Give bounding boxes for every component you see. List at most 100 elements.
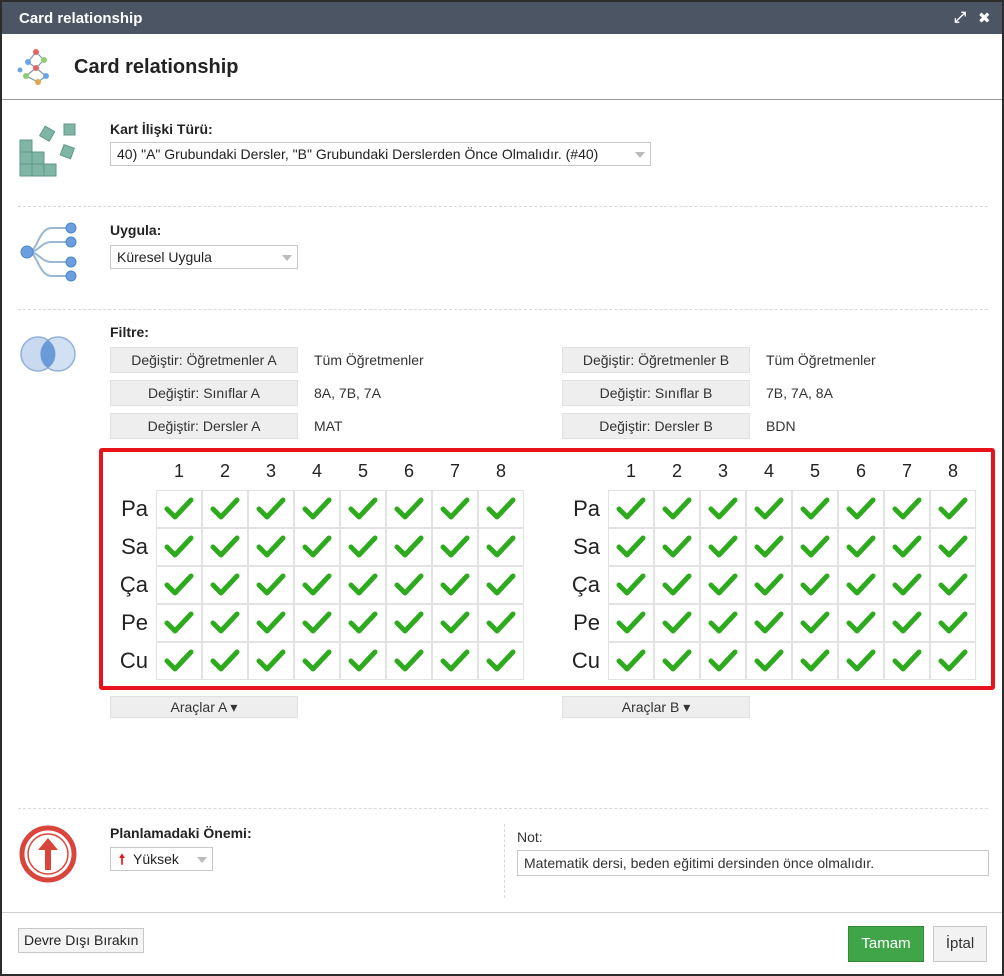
period-header-b[interactable]: 2 [654,461,700,482]
day-header-b[interactable]: Pa [560,496,600,522]
period-header-b[interactable]: 7 [884,461,930,482]
grid-cell-b[interactable] [654,490,700,528]
disable-button[interactable]: Devre Dışı Bırakın [18,928,145,953]
grid-cell-a[interactable] [248,604,294,642]
grid-cell-a[interactable] [432,642,478,680]
day-header-b[interactable]: Ça [560,572,600,598]
day-header-a[interactable]: Pe [108,610,148,636]
grid-cell-b[interactable] [930,604,976,642]
change-teachers-b-button[interactable]: Değiştir: Öğretmenler B [562,347,750,373]
grid-cell-a[interactable] [294,490,340,528]
grid-cell-b[interactable] [792,604,838,642]
grid-cell-b[interactable] [746,604,792,642]
grid-cell-a[interactable] [432,490,478,528]
change-classes-b-button[interactable]: Değiştir: Sınıflar B [562,380,750,406]
grid-cell-b[interactable] [746,642,792,680]
grid-cell-a[interactable] [248,642,294,680]
note-input[interactable] [517,850,989,876]
grid-cell-a[interactable] [294,528,340,566]
grid-cell-a[interactable] [202,490,248,528]
grid-cell-b[interactable] [838,528,884,566]
grid-cell-b[interactable] [654,642,700,680]
day-header-a[interactable]: Sa [108,534,148,560]
cancel-button[interactable]: İptal [933,926,987,962]
grid-cell-b[interactable] [930,566,976,604]
grid-cell-b[interactable] [608,490,654,528]
grid-cell-a[interactable] [202,604,248,642]
grid-cell-b[interactable] [746,528,792,566]
period-header-b[interactable]: 5 [792,461,838,482]
period-header-a[interactable]: 4 [294,461,340,482]
grid-cell-b[interactable] [838,490,884,528]
grid-cell-b[interactable] [608,604,654,642]
period-header-a[interactable]: 6 [386,461,432,482]
change-classes-a-button[interactable]: Değiştir: Sınıflar A [110,380,298,406]
grid-cell-b[interactable] [838,642,884,680]
grid-cell-a[interactable] [386,490,432,528]
grid-cell-a[interactable] [294,604,340,642]
grid-cell-a[interactable] [156,642,202,680]
period-header-b[interactable]: 3 [700,461,746,482]
grid-cell-a[interactable] [340,490,386,528]
period-header-b[interactable]: 1 [608,461,654,482]
day-header-a[interactable]: Pa [108,496,148,522]
grid-cell-b[interactable] [838,604,884,642]
grid-cell-a[interactable] [156,490,202,528]
day-header-a[interactable]: Ça [108,572,148,598]
grid-cell-a[interactable] [386,642,432,680]
grid-cell-a[interactable] [294,642,340,680]
grid-cell-a[interactable] [386,528,432,566]
apply-select[interactable]: Küresel Uygula [110,245,298,269]
grid-cell-b[interactable] [792,490,838,528]
grid-cell-b[interactable] [700,566,746,604]
grid-cell-b[interactable] [884,604,930,642]
grid-cell-b[interactable] [930,528,976,566]
expand-icon[interactable]: ⤢ [954,9,966,26]
day-header-b[interactable]: Sa [560,534,600,560]
grid-cell-b[interactable] [654,528,700,566]
grid-cell-a[interactable] [340,642,386,680]
grid-cell-b[interactable] [654,566,700,604]
tools-b-button[interactable]: Araçlar B ▾ [562,696,750,718]
grid-cell-b[interactable] [746,566,792,604]
grid-cell-a[interactable] [202,642,248,680]
grid-cell-a[interactable] [156,528,202,566]
grid-cell-a[interactable] [386,604,432,642]
grid-cell-b[interactable] [746,490,792,528]
grid-cell-b[interactable] [700,604,746,642]
grid-cell-b[interactable] [700,528,746,566]
period-header-a[interactable]: 5 [340,461,386,482]
period-header-b[interactable]: 4 [746,461,792,482]
grid-cell-b[interactable] [654,604,700,642]
grid-cell-b[interactable] [792,528,838,566]
grid-cell-a[interactable] [478,604,524,642]
grid-cell-a[interactable] [386,566,432,604]
close-icon[interactable]: ✖ [978,9,991,27]
grid-cell-b[interactable] [930,642,976,680]
ok-button[interactable]: Tamam [848,926,924,962]
grid-cell-b[interactable] [792,566,838,604]
grid-cell-a[interactable] [156,566,202,604]
grid-cell-a[interactable] [248,566,294,604]
grid-cell-b[interactable] [700,642,746,680]
priority-select[interactable]: 🠕 Yüksek [110,847,213,871]
grid-cell-b[interactable] [608,566,654,604]
grid-cell-b[interactable] [884,566,930,604]
change-subjects-b-button[interactable]: Değiştir: Dersler B [562,413,750,439]
grid-cell-a[interactable] [478,566,524,604]
grid-cell-a[interactable] [432,528,478,566]
grid-cell-a[interactable] [340,566,386,604]
grid-cell-a[interactable] [294,566,340,604]
day-header-b[interactable]: Cu [560,648,600,674]
grid-cell-a[interactable] [202,528,248,566]
grid-cell-a[interactable] [248,490,294,528]
title-bar[interactable]: Card relationship ⤢ ✖ [2,2,1002,34]
grid-cell-b[interactable] [930,490,976,528]
grid-cell-b[interactable] [700,490,746,528]
period-header-a[interactable]: 3 [248,461,294,482]
period-header-b[interactable]: 6 [838,461,884,482]
grid-cell-b[interactable] [884,490,930,528]
day-header-b[interactable]: Pe [560,610,600,636]
grid-cell-b[interactable] [792,642,838,680]
tools-a-button[interactable]: Araçlar A ▾ [110,696,298,718]
